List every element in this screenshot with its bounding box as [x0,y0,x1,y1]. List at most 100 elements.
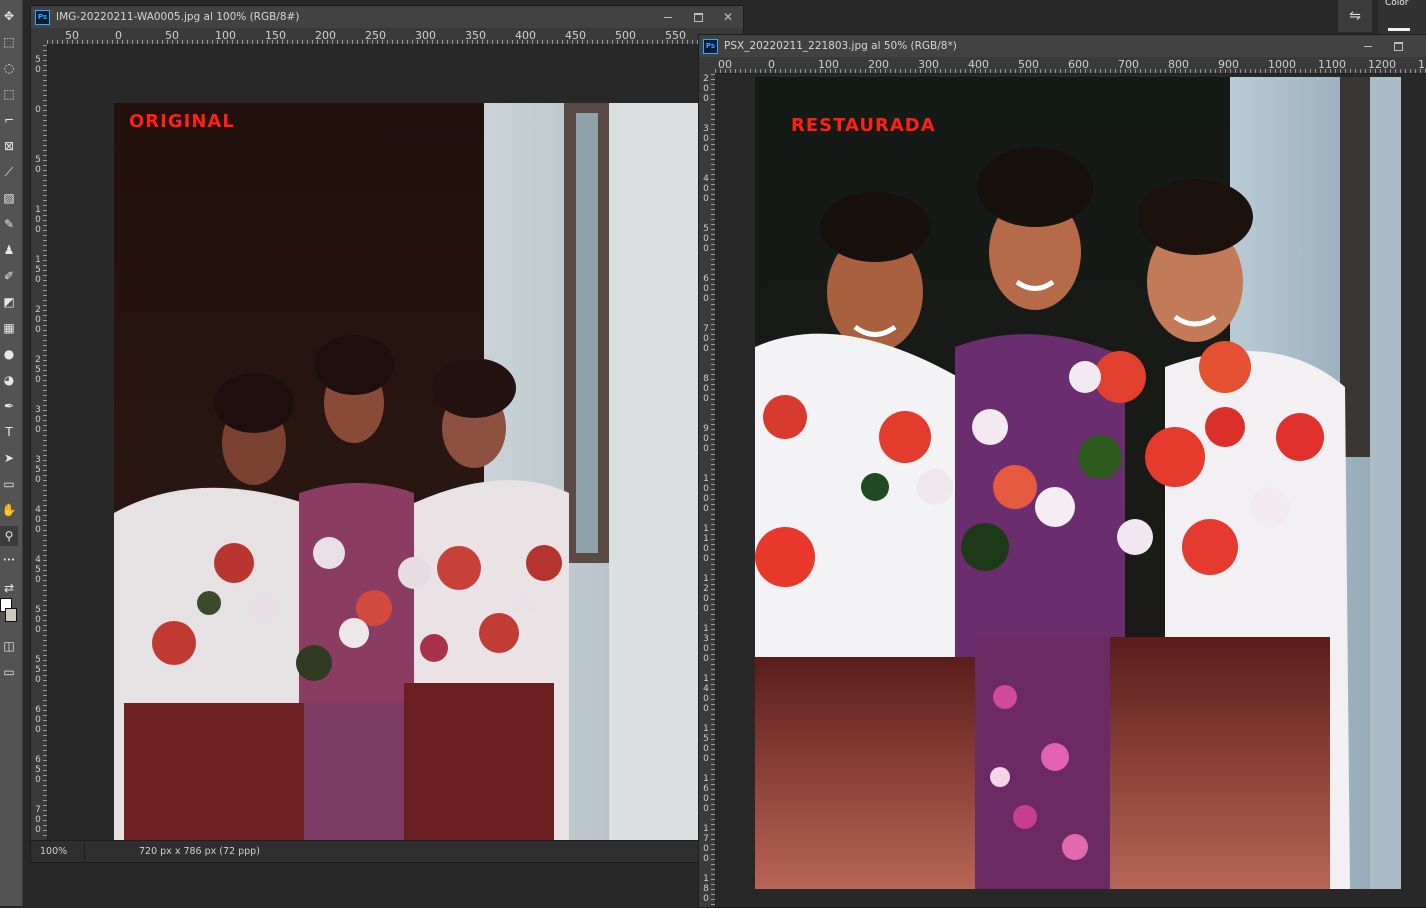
color-panel-header: Color [1378,0,1426,34]
ruler-label: 3 5 0 [35,455,41,485]
ruler-label: 50 [65,29,79,42]
eyedropper-icon[interactable]: ⟋ [0,162,18,182]
object-select-icon[interactable]: ⬚ [0,84,18,104]
close-icon: ✕ [722,10,734,24]
ruler-corner [699,57,715,74]
ruler-label: 2 5 0 [35,355,41,385]
minimize-button[interactable] [1353,35,1383,57]
tools-panel: ✥ ⬚ ◌ ⬚ ⌐ ⊠ ⟋ ▨ ✎ ♟ ✐ ◩ ▦ ● ◕ ✒ T ➤ ▭ ✋ ⚲ ••• ⇄ ◫ ▭ [0,0,23,906]
original-label: ORIGINAL [129,111,235,132]
document-titlebar[interactable]: Ps IMG-20220211-WA0005.jpg al 100% (RGB/… [31,6,743,28]
ruler-label: 400 [515,29,536,42]
ruler-label: 4 0 0 [35,505,41,535]
ruler-label: 00 [718,58,732,71]
ruler-label: 7 0 0 [703,324,709,354]
ruler-label: 1 4 0 0 [703,674,709,714]
ruler-label: 0 [35,105,41,115]
maximize-button[interactable] [1383,35,1413,57]
document-title: IMG-20220211-WA0005.jpg al 100% (RGB/8#) [56,11,300,23]
ruler-label: 6 0 0 [703,274,709,304]
clone-stamp-icon[interactable]: ♟ [0,240,18,260]
ruler-label: 5 0 [35,55,41,75]
more-tools-icon[interactable]: ••• [0,550,18,570]
pen-icon[interactable]: ✒ [0,396,18,416]
ruler-label: 5 0 0 [703,224,709,254]
ruler-label: 400 [968,58,989,71]
type-icon[interactable]: T [0,422,18,442]
close-button[interactable] [1413,35,1426,57]
ruler-label: 1 5 0 [35,255,41,285]
lasso-icon[interactable]: ◌ [0,58,18,78]
color-panel-tab[interactable]: Color [1382,0,1409,8]
ruler-label: 200 [315,29,336,42]
ruler-label: 1 2 0 0 [703,574,709,614]
ruler-label: 9 0 0 [703,424,709,454]
brush-icon[interactable]: ✎ [0,214,18,234]
screen-mode-icon[interactable]: ▭ [0,662,18,682]
marquee-icon[interactable]: ⬚ [0,32,18,52]
restored-photo [755,77,1401,889]
horizontal-ruler[interactable]: 00 0 100 200 300 400 500 600 700 800 900 1000 1100 12… [715,57,1426,74]
ruler-label: 1 5 0 0 [703,724,709,764]
ruler-label: 550 [665,29,686,42]
quick-mask-icon[interactable]: ◫ [0,636,18,656]
frame-icon[interactable]: ⊠ [0,136,18,156]
ruler-label: 0 [768,58,775,71]
panel-toggle-button[interactable]: ⇋ [1338,0,1372,32]
maximize-button[interactable] [683,6,713,28]
vertical-ruler[interactable]: 2 0 0 3 0 0 4 0 0 5 0 0 6 0 0 7 0 0 8 0 0 9 0 0… [699,74,716,907]
rectangle-icon[interactable]: ▭ [0,474,18,494]
crop-icon[interactable]: ⌐ [0,110,18,130]
ruler-label: 1 0 0 [35,205,41,235]
gradient-icon[interactable]: ▦ [0,318,18,338]
panel-active-indicator [1388,28,1410,31]
ruler-label: 500 [1018,58,1039,71]
swap-colors-icon[interactable]: ⇄ [0,578,18,598]
ruler-label: 600 [1068,58,1089,71]
ruler-label: 1 1 0 0 [703,524,709,564]
ruler-label: 1 6 0 0 [703,774,709,814]
blur-icon[interactable]: ● [0,344,18,364]
eraser-icon[interactable]: ◩ [0,292,18,312]
original-photo-canvas[interactable]: ORIGINAL [114,103,743,840]
document-titlebar[interactable]: Ps PSX_20220211_221803.jpg al 50% (RGB/8… [699,35,1426,57]
hand-icon[interactable]: ✋ [0,500,18,520]
ruler-label: 7 0 0 [35,805,41,835]
background-color-swatch[interactable] [5,608,17,622]
ruler-label: 100 [818,58,839,71]
original-photo [114,103,743,840]
ruler-label: 6 0 0 [35,705,41,735]
document-window-original: Ps IMG-20220211-WA0005.jpg al 100% (RGB/… [30,5,744,863]
ruler-label: 250 [365,29,386,42]
ruler-label: 200 [868,58,889,71]
ruler-label: 130 [1418,58,1426,71]
ruler-label: 300 [918,58,939,71]
photoshop-doc-icon: Ps [703,38,718,54]
ruler-label: 150 [265,29,286,42]
ruler-label: 3 0 0 [703,124,709,154]
close-button[interactable]: ✕ [713,6,743,28]
history-brush-icon[interactable]: ✐ [0,266,18,286]
dodge-icon[interactable]: ◕ [0,370,18,390]
ruler-label: 8 0 0 [703,374,709,404]
ruler-label: 900 [1218,58,1239,71]
minimize-button[interactable] [653,6,683,28]
ruler-label: 50 [165,29,179,42]
ruler-label: 1 0 0 0 [703,474,709,514]
move-icon[interactable]: ✥ [0,6,18,26]
photoshop-doc-icon: Ps [35,9,50,25]
zoom-icon[interactable]: ⚲ [0,526,18,546]
ruler-label: 500 [615,29,636,42]
healing-brush-icon[interactable]: ▨ [0,188,18,208]
horizontal-ruler[interactable]: 50 0 50 100 150 200 250 300 350 400 450 500 550 [47,28,743,45]
ruler-label: 800 [1168,58,1189,71]
document-info: 720 px x 786 px (72 ppp) [139,846,260,857]
document-window-restored: Ps PSX_20220211_221803.jpg al 50% (RGB/8… [698,34,1426,908]
ruler-label: 700 [1118,58,1139,71]
ruler-label: 1100 [1318,58,1346,71]
path-select-icon[interactable]: ➤ [0,448,18,468]
zoom-level-field[interactable]: 100% [31,841,85,862]
restored-photo-canvas[interactable]: RESTAURADA [755,77,1401,889]
vertical-ruler[interactable]: 5 0 0 5 0 1 0 0 1 5 0 2 0 0 2 5 0 3 0 0 3 5 0 4 0… [31,45,48,840]
document-title: PSX_20220211_221803.jpg al 50% (RGB/8*) [724,40,957,52]
